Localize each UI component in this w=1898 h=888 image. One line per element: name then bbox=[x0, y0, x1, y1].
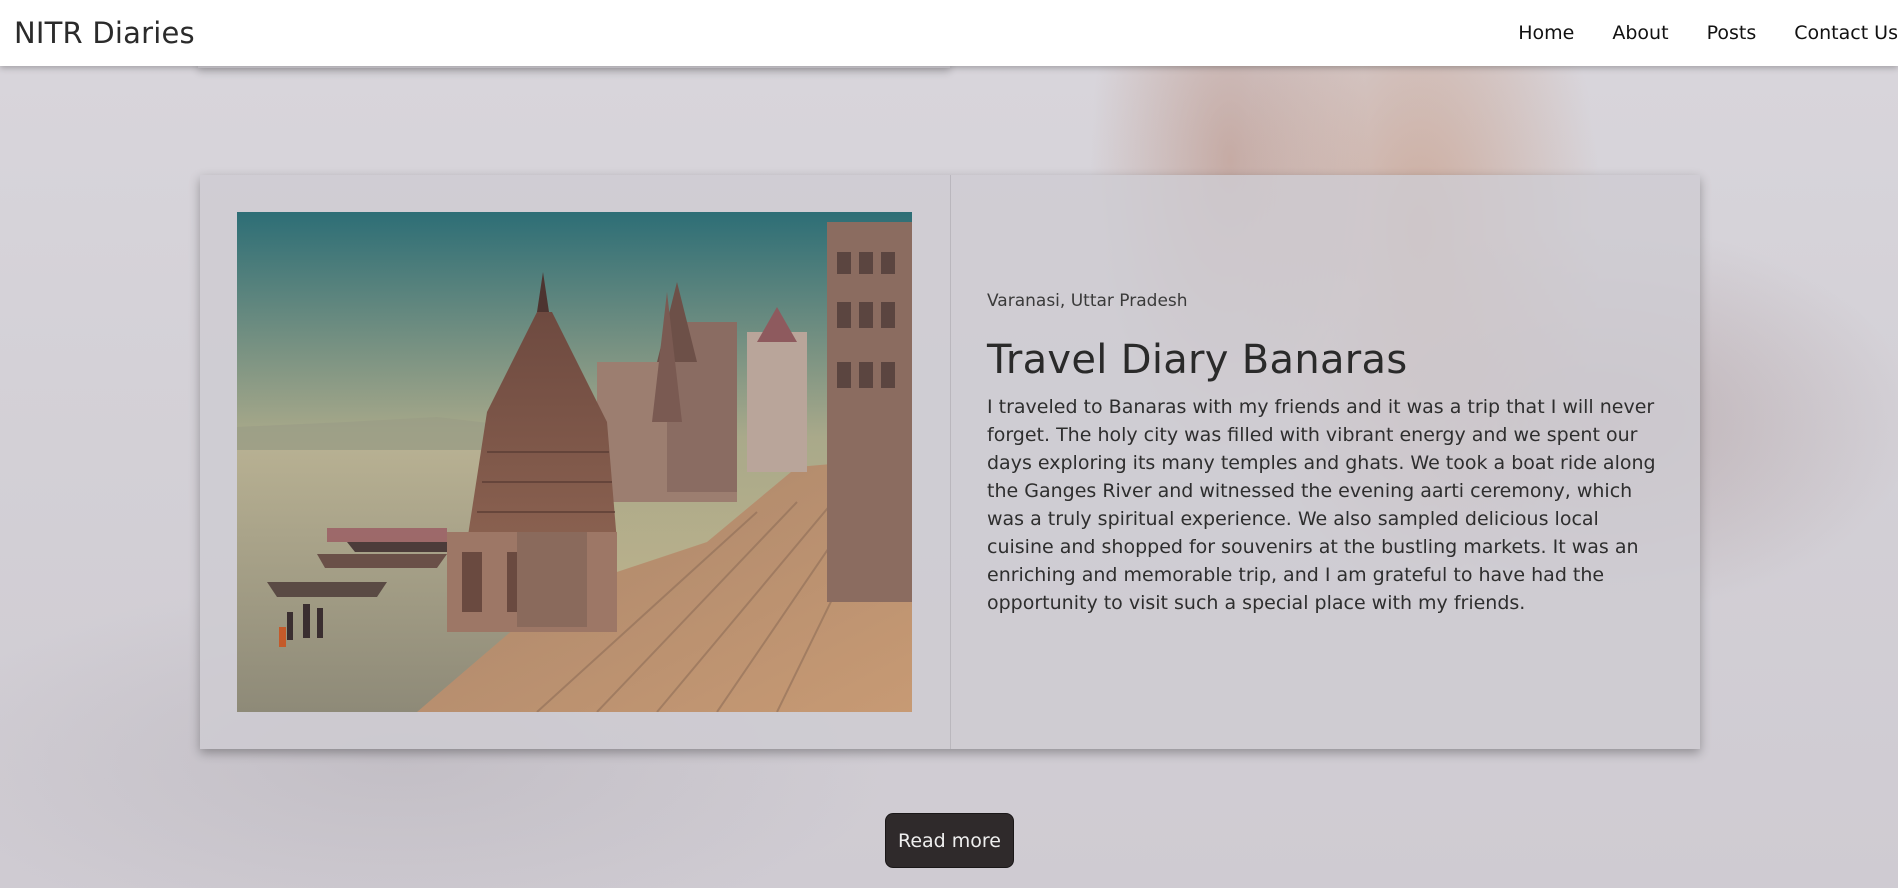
nav-home[interactable]: Home bbox=[1518, 22, 1574, 44]
nav-contact-us[interactable]: Contact Us bbox=[1794, 22, 1898, 44]
nav-posts[interactable]: Posts bbox=[1707, 22, 1757, 44]
site-brand[interactable]: NITR Diaries bbox=[14, 16, 195, 50]
nav-about[interactable]: About bbox=[1612, 22, 1668, 44]
nav-links: Home About Posts Contact Us bbox=[1518, 22, 1898, 44]
post-location: Varanasi, Uttar Pradesh bbox=[987, 291, 1188, 311]
read-more-button[interactable]: Read more bbox=[885, 813, 1014, 868]
post-body: I traveled to Banaras with my friends an… bbox=[987, 396, 1656, 614]
post-card: Varanasi, Uttar Pradesh Travel Diary Ban… bbox=[200, 175, 1700, 749]
post-image-panel bbox=[200, 175, 951, 749]
post-title: Travel Diary Banaras bbox=[987, 337, 1408, 383]
post-photo bbox=[237, 212, 912, 712]
post-content: Varanasi, Uttar Pradesh Travel Diary Ban… bbox=[951, 175, 1700, 749]
navbar: NITR Diaries Home About Posts Contact Us bbox=[0, 0, 1898, 66]
